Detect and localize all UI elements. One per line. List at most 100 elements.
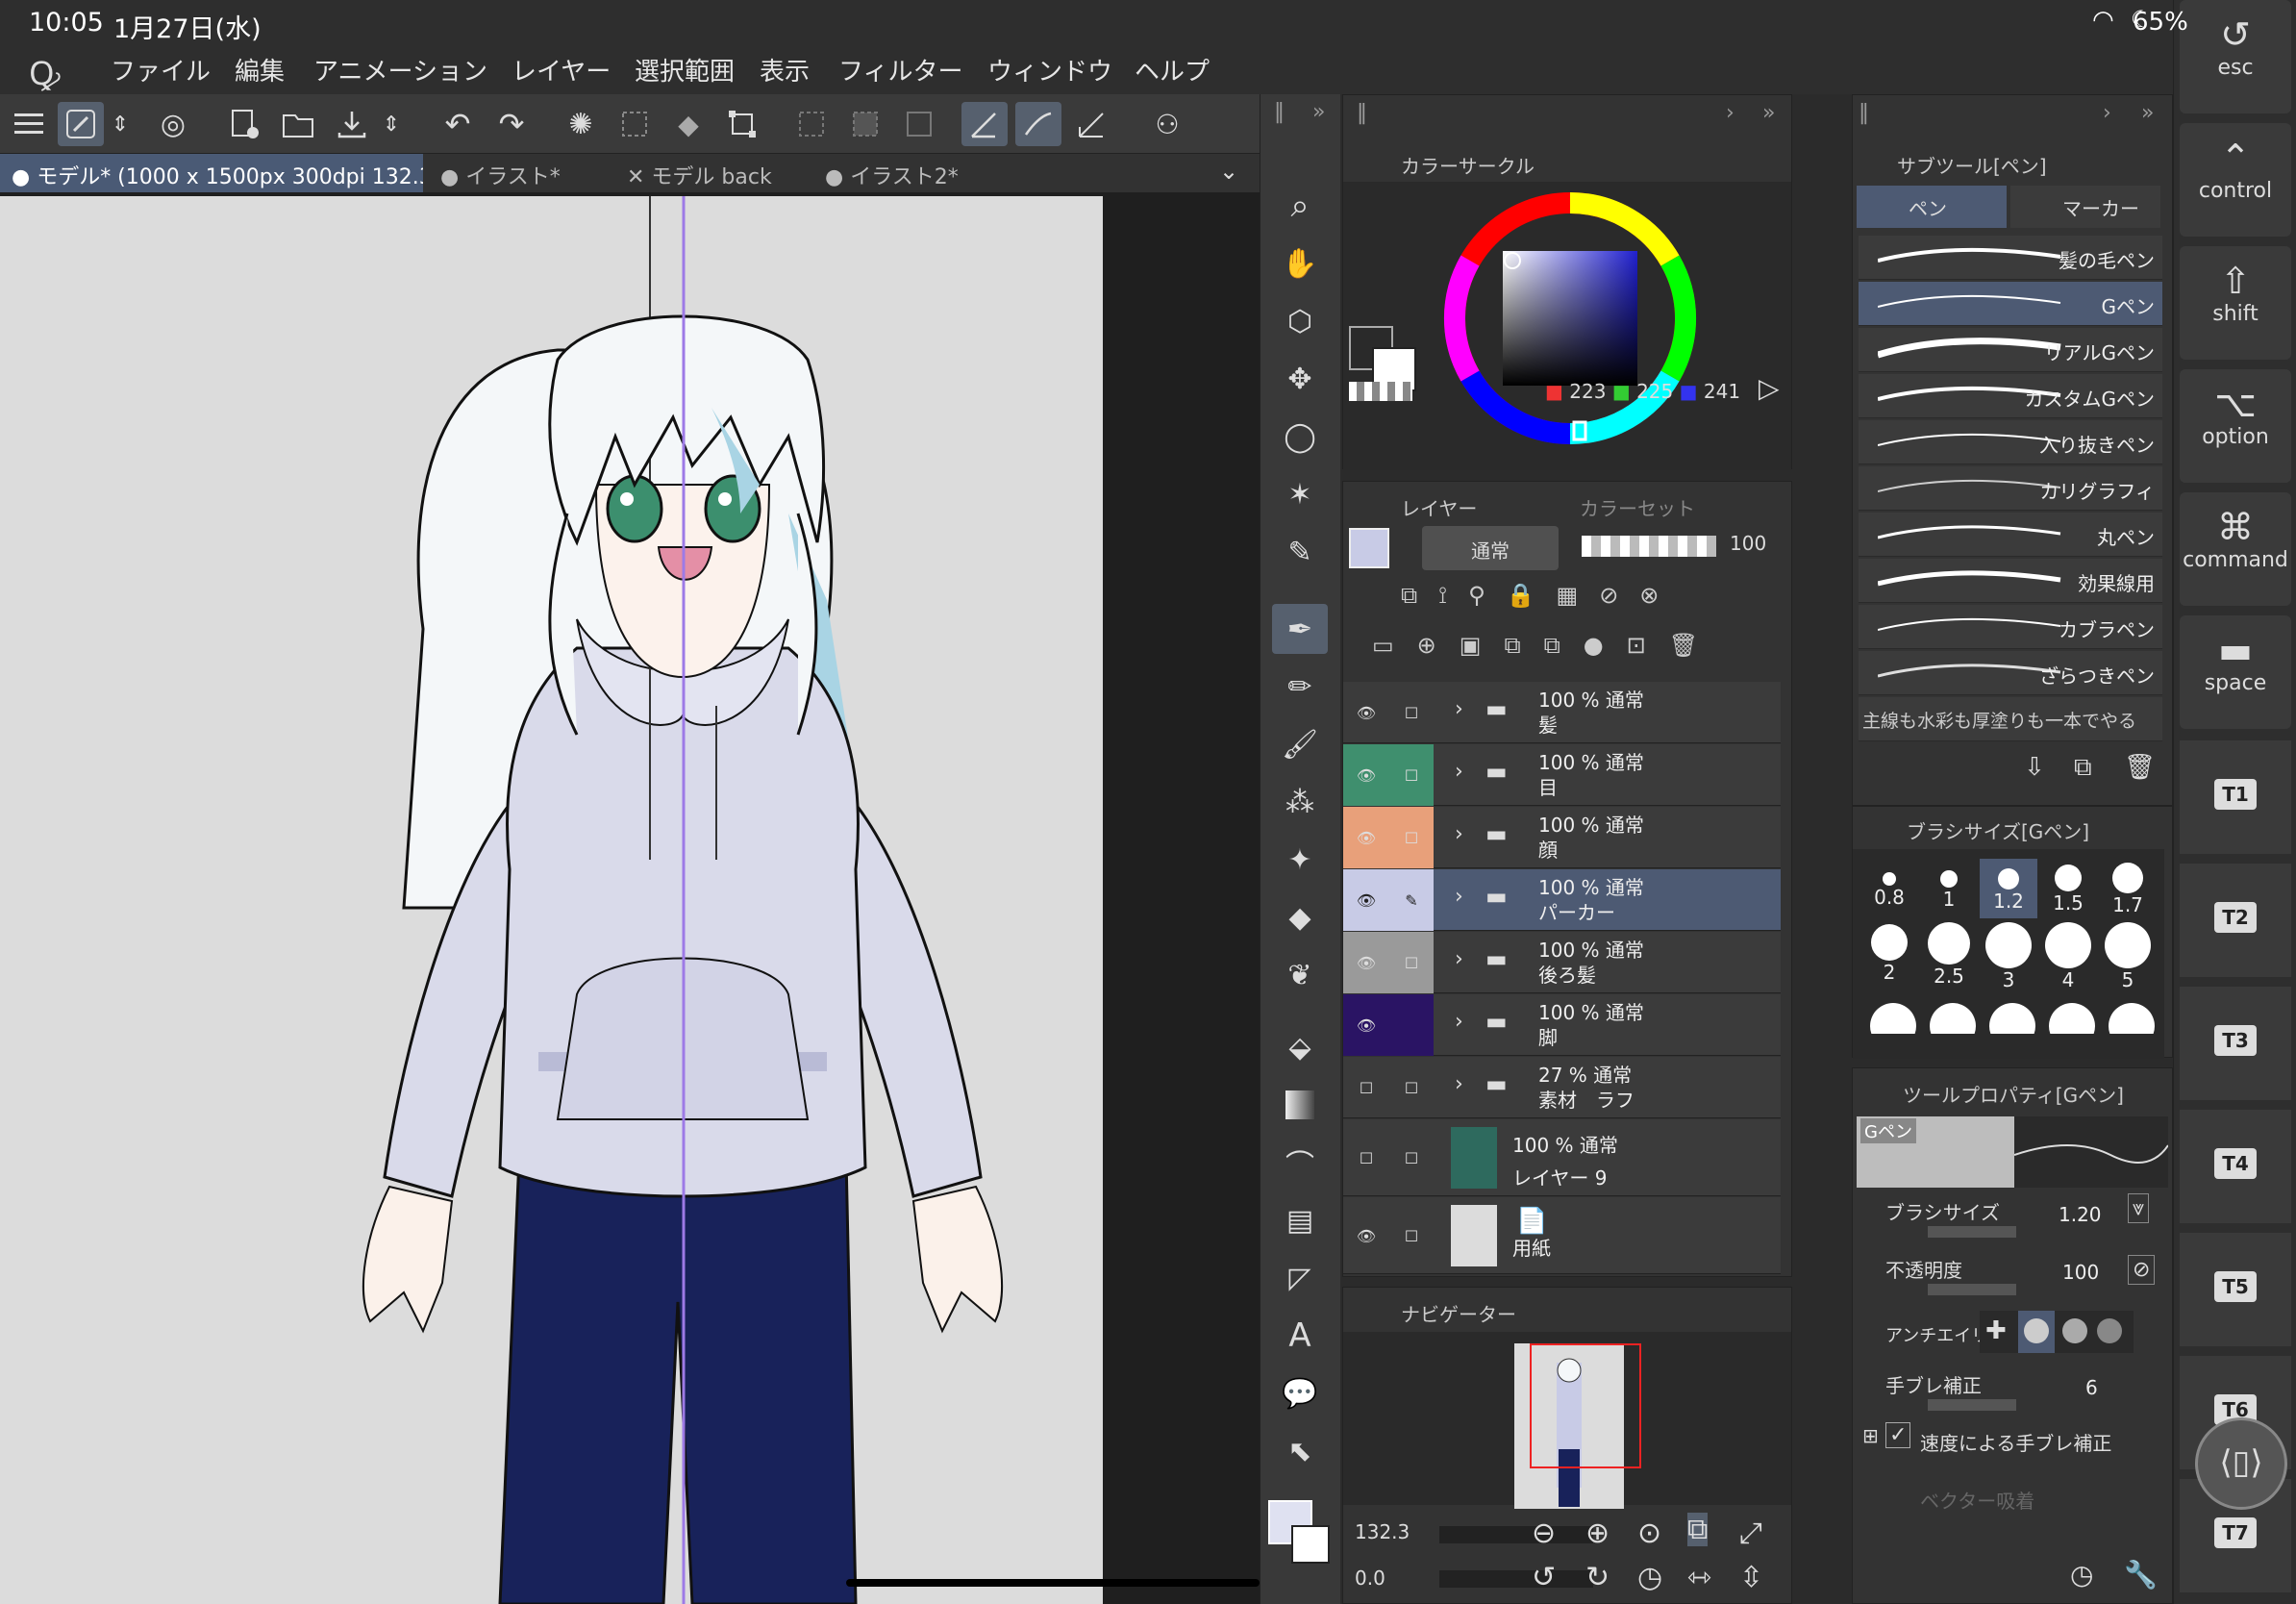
- brush-size-slider[interactable]: [1928, 1226, 2016, 1238]
- shift-key[interactable]: ⇧ shift: [2180, 246, 2291, 360]
- eye-hidden-icon[interactable]: ☐: [1343, 1057, 1389, 1118]
- canvas-paper[interactable]: [0, 196, 1103, 1604]
- subtool-item[interactable]: カブラペン: [1859, 605, 2162, 649]
- app-logo-icon[interactable]: Ꝙ: [29, 50, 61, 94]
- view-frame[interactable]: [1530, 1343, 1641, 1468]
- gradient-icon[interactable]: [1272, 1080, 1328, 1130]
- menu-animation[interactable]: アニメーション: [313, 52, 487, 88]
- brush-size-cell[interactable]: 5: [2099, 922, 2157, 991]
- correct-line-icon[interactable]: ⬉: [1272, 1426, 1328, 1476]
- brush-size-cell-selected[interactable]: 1.2: [1980, 859, 2037, 918]
- menu-help[interactable]: ヘルプ: [1135, 52, 1210, 88]
- brush-size-value[interactable]: 1.20: [2059, 1203, 2102, 1226]
- panel-expand-icon[interactable]: »: [1762, 101, 1775, 125]
- edit-mode-icon[interactable]: [58, 102, 104, 146]
- chevron-right-icon[interactable]: ›: [1455, 697, 1463, 721]
- subtool-item-selected[interactable]: Gペン: [1859, 282, 2162, 326]
- antialias-selector[interactable]: ✚: [1980, 1311, 2134, 1353]
- transform-icon[interactable]: [719, 102, 765, 146]
- layer-row[interactable]: ☐ ☐ › ▬ 27 % 通常 素材 ラフ: [1343, 1057, 1781, 1118]
- menu-edit[interactable]: 編集: [235, 52, 285, 88]
- tab-model-back[interactable]: ✕ モデル back: [615, 154, 808, 192]
- menu-filter[interactable]: フィルター: [838, 52, 962, 88]
- chevron-right-icon[interactable]: ›: [1455, 822, 1463, 846]
- eye-icon[interactable]: 👁: [1343, 1197, 1389, 1274]
- tab-colorset[interactable]: カラーセット: [1580, 493, 1695, 521]
- duplicate-icon[interactable]: ⧉: [2074, 753, 2092, 783]
- collapse-icon[interactable]: ‖: [1274, 100, 1285, 124]
- menu-view[interactable]: 表示: [760, 52, 810, 88]
- pen-edit-icon[interactable]: ✎: [1389, 869, 1434, 931]
- t2-key[interactable]: T2: [2180, 864, 2291, 977]
- tab-marker[interactable]: マーカー: [2010, 186, 2160, 228]
- lock-checkbox[interactable]: ☐: [1389, 807, 1434, 868]
- trash-icon[interactable]: 🗑: [2124, 753, 2156, 782]
- help-icon[interactable]: ⚇: [1144, 102, 1190, 146]
- brush-icon[interactable]: 🖌: [1272, 719, 1328, 769]
- opacity-slider[interactable]: [1928, 1284, 2016, 1295]
- layer-row[interactable]: 👁 ☐ 📄 用紙: [1343, 1197, 1781, 1274]
- lasso-icon[interactable]: ◯: [1272, 412, 1328, 462]
- rotate-slider[interactable]: [1439, 1570, 1593, 1588]
- deselect-icon[interactable]: [788, 102, 835, 146]
- fill-icon[interactable]: ◆: [665, 102, 711, 146]
- magic-wand-icon[interactable]: ✶: [1272, 469, 1328, 519]
- expand-plus-icon[interactable]: ⊞: [1862, 1424, 1879, 1447]
- eye-icon[interactable]: 👁: [1343, 807, 1389, 868]
- chevron-right-icon[interactable]: ›: [1455, 1072, 1463, 1096]
- rotate-right-icon[interactable]: ↻: [1585, 1561, 1610, 1594]
- fit-window-icon[interactable]: ⧉: [1687, 1513, 1709, 1546]
- eyedropper-icon[interactable]: ✎: [1272, 527, 1328, 577]
- subtool-item[interactable]: 入り抜きペン: [1859, 420, 2162, 464]
- save-icon[interactable]: [329, 102, 375, 146]
- esc-key[interactable]: ↺ esc: [2180, 0, 2291, 113]
- command-key[interactable]: ⌘ command: [2180, 492, 2291, 606]
- wrench-icon[interactable]: 🔧: [2124, 1559, 2158, 1591]
- t3-key[interactable]: T3: [2180, 987, 2291, 1100]
- lock-checkbox[interactable]: ☐: [1389, 1119, 1434, 1196]
- menu-layer[interactable]: レイヤー: [512, 52, 611, 88]
- lock-checkbox[interactable]: ☐: [1389, 682, 1434, 743]
- blend-icon[interactable]: ❦: [1272, 950, 1328, 1000]
- brush-size-cell[interactable]: 3: [1980, 922, 2037, 991]
- flip-vertical-icon[interactable]: ⇳: [1739, 1561, 1763, 1594]
- tab-illust2[interactable]: ● イラスト2*: [813, 154, 996, 192]
- fill-bucket-icon[interactable]: ⬙: [1272, 1022, 1328, 1072]
- subtool-item[interactable]: カリグラフィ: [1859, 466, 2162, 511]
- lock-checkbox[interactable]: ☐: [1389, 744, 1434, 806]
- chevron-right-icon[interactable]: ›: [1455, 760, 1463, 784]
- expand-icon[interactable]: »: [1312, 100, 1325, 124]
- 3d-object-icon[interactable]: ⬡: [1272, 296, 1328, 346]
- menu-selection[interactable]: 選択範囲: [635, 52, 735, 88]
- text-icon[interactable]: A: [1272, 1311, 1328, 1361]
- brush-size-row-more[interactable]: [1860, 995, 2159, 1034]
- rotate-value[interactable]: 0.0: [1355, 1566, 1385, 1590]
- undo-icon[interactable]: ↶: [435, 102, 481, 146]
- move-icon[interactable]: ✥: [1272, 354, 1328, 404]
- invert-selection-icon[interactable]: [842, 102, 888, 146]
- wheel-handle-icon[interactable]: ⟨▯⟩: [2195, 1417, 2287, 1510]
- updown-icon[interactable]: ⇕: [106, 102, 135, 146]
- eye-icon[interactable]: 👁: [1343, 744, 1389, 806]
- download-icon[interactable]: ⇩: [2024, 753, 2045, 782]
- brush-size-cell[interactable]: 1.5: [2039, 859, 2097, 918]
- control-key[interactable]: ⌃ control: [2180, 123, 2291, 237]
- zoom-out-icon[interactable]: ⊖: [1532, 1516, 1556, 1550]
- open-folder-icon[interactable]: [275, 102, 321, 146]
- tab-pen[interactable]: ペン: [1857, 186, 2007, 228]
- layer-row[interactable]: ☐ ☐ 100 % 通常 レイヤー 9: [1343, 1119, 1781, 1196]
- lock-checkbox[interactable]: ☐: [1389, 932, 1434, 993]
- brush-size-cell[interactable]: 1: [1920, 859, 1978, 918]
- layer-row[interactable]: 👁 ☐ › ▬ 100 % 通常顔: [1343, 807, 1781, 868]
- zoom-value[interactable]: 132.3: [1355, 1520, 1410, 1543]
- pencil-icon[interactable]: ✏: [1272, 662, 1328, 712]
- eye-icon[interactable]: 👁: [1343, 994, 1389, 1056]
- menu-file[interactable]: ファイル: [111, 52, 211, 88]
- subtool-item[interactable]: カスタムGペン: [1859, 374, 2162, 418]
- hand-icon[interactable]: ✋: [1272, 238, 1328, 288]
- hamburger-menu-icon[interactable]: [6, 102, 52, 146]
- color-wheel[interactable]: [1439, 188, 1701, 449]
- layer-color-swatch[interactable]: [1349, 528, 1389, 568]
- stabilization-value[interactable]: 6: [2085, 1376, 2098, 1399]
- panel-collapse-icon[interactable]: ‖: [1859, 101, 1869, 125]
